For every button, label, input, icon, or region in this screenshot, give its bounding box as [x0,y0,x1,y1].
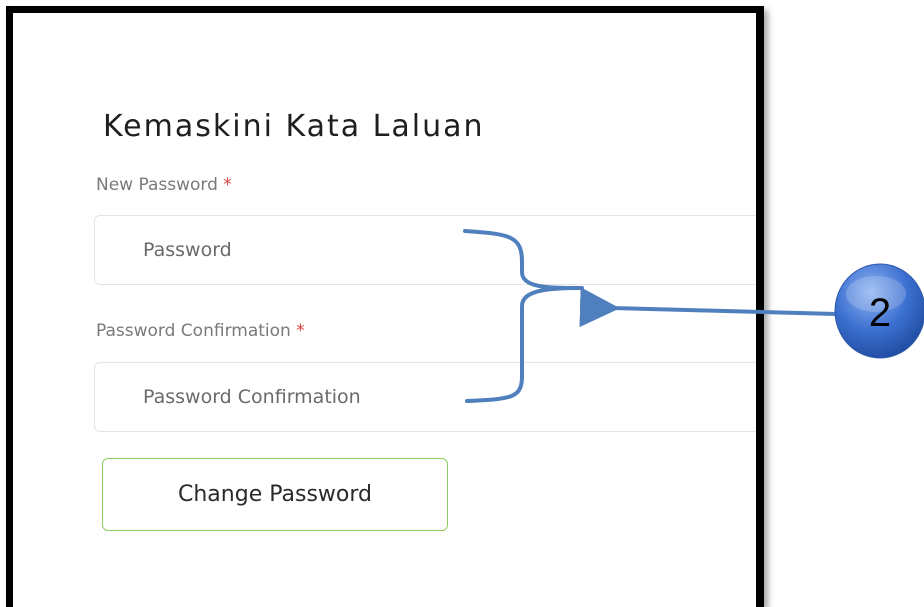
password-confirmation-label: Password Confirmation * [96,321,305,341]
required-asterisk: * [296,321,305,341]
step-badge: 2 [834,263,924,359]
password-confirmation-input[interactable] [95,363,756,431]
password-confirmation-field[interactable] [94,362,756,432]
screenshot-stage: Kemaskini Kata Laluan New Password * Pas… [0,0,924,607]
new-password-input[interactable] [95,216,756,284]
new-password-label: New Password * [96,175,232,195]
page-title: Kemaskini Kata Laluan [103,109,485,144]
required-asterisk: * [223,175,232,195]
step-badge-number: 2 [869,291,891,335]
new-password-field[interactable] [94,215,756,285]
new-password-label-text: New Password [96,175,218,195]
password-confirmation-label-text: Password Confirmation [96,321,291,341]
change-password-button[interactable]: Change Password [102,458,448,531]
form-panel: Kemaskini Kata Laluan New Password * Pas… [6,6,764,607]
